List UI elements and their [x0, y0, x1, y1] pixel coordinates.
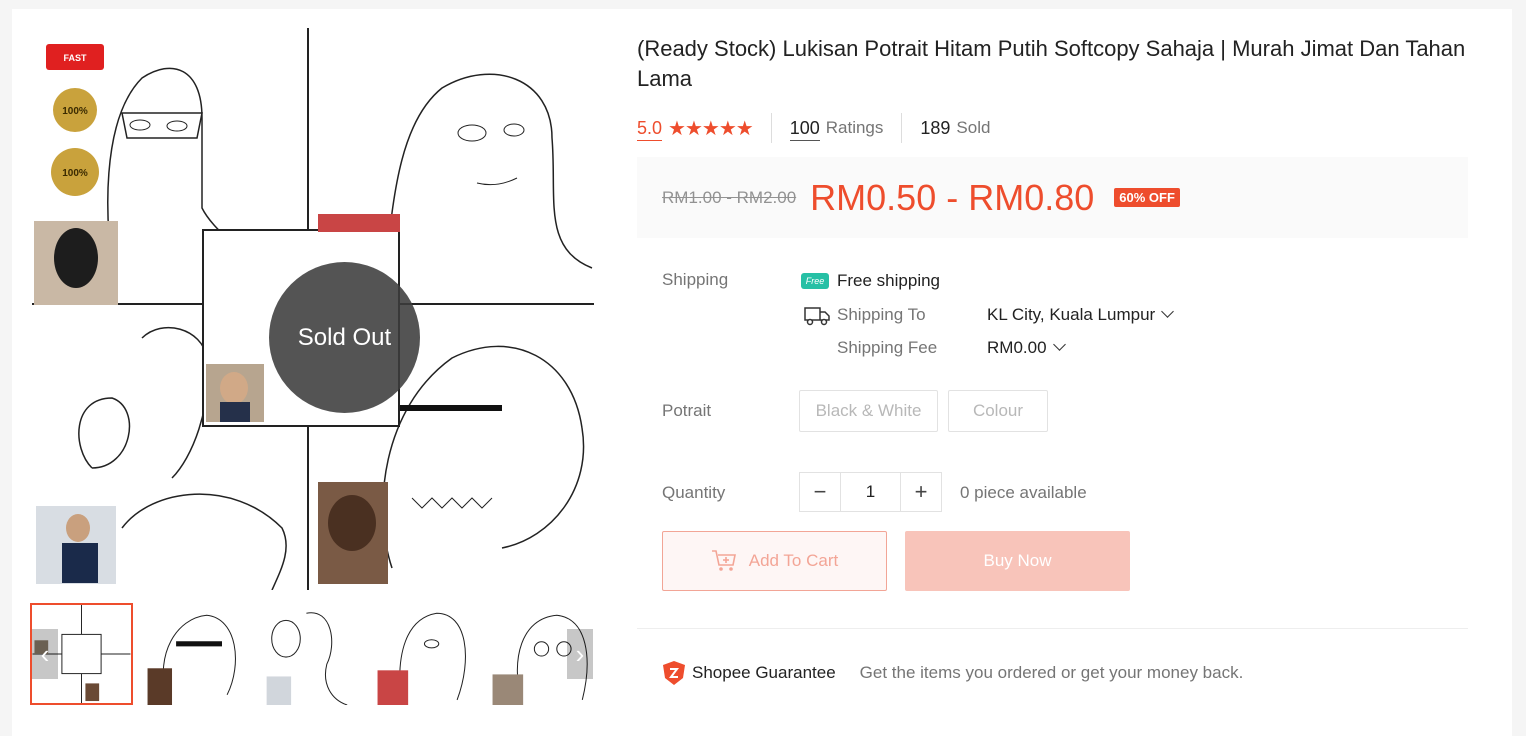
- price-box: RM1.00 - RM2.00 RM0.50 - RM0.80 60% OFF: [637, 157, 1468, 238]
- guarantee-title: Shopee Guarantee: [692, 663, 836, 682]
- quantity-input[interactable]: 1: [840, 473, 901, 511]
- shipping-fee-dropdown[interactable]: RM0.00: [987, 338, 1066, 358]
- shipping-to-value: KL City, Kuala Lumpur: [987, 305, 1156, 324]
- shipping-fee-value: RM0.00: [987, 338, 1047, 357]
- increase-quantity-button[interactable]: +: [901, 473, 941, 511]
- add-to-cart-button[interactable]: Add To Cart: [662, 531, 887, 591]
- divider: [901, 113, 903, 143]
- shipping-fee-label: Shipping Fee: [837, 338, 938, 357]
- thumbnail-2[interactable]: [145, 603, 248, 705]
- quantity-label: Quantity: [662, 483, 726, 502]
- chevron-left-icon[interactable]: ‹: [32, 629, 58, 679]
- stock-available-text: 0 piece available: [960, 483, 1087, 502]
- fast-delivery-badge: FAST: [46, 44, 104, 70]
- variation-label: Potrait: [662, 401, 712, 420]
- shopee-guarantee[interactable]: Shopee Guarantee Get the items you order…: [662, 660, 1243, 686]
- decrease-quantity-button[interactable]: −: [800, 473, 840, 511]
- free-shipping-text: Free shipping: [837, 271, 941, 290]
- add-to-cart-label: Add To Cart: [748, 551, 839, 570]
- buy-now-button[interactable]: Buy Now: [905, 531, 1130, 591]
- svg-text:100%: 100%: [62, 168, 88, 179]
- thumbnail-4[interactable]: [375, 603, 478, 705]
- sold-label: Sold: [956, 118, 991, 137]
- shipping-to-dropdown[interactable]: KL City, Kuala Lumpur: [987, 305, 1175, 325]
- main-product-image[interactable]: FAST 100% 100% Sold Out: [32, 28, 594, 590]
- current-price: RM0.50 - RM0.80: [810, 176, 1095, 218]
- rating-score[interactable]: 5.0: [637, 116, 663, 141]
- shipping-label: Shipping: [662, 270, 729, 289]
- guarantee-text: Get the items you ordered or get your mo…: [859, 663, 1244, 682]
- divider: [770, 113, 772, 143]
- variant-colour-button[interactable]: Colour: [948, 390, 1048, 432]
- chevron-right-icon[interactable]: ›: [567, 629, 593, 679]
- shield-icon: [663, 661, 685, 685]
- sold-out-overlay: Sold Out: [269, 262, 420, 413]
- ratings-label: Ratings: [825, 118, 884, 137]
- chevron-down-icon: [1052, 338, 1066, 351]
- truck-icon: [804, 307, 830, 326]
- thumbnail-3[interactable]: [260, 603, 363, 705]
- shipping-to-label: Shipping To: [837, 305, 926, 324]
- sold-count: 189: [920, 117, 951, 138]
- star-icon: ★★★★★: [668, 117, 754, 140]
- discount-badge: 60% OFF: [1114, 188, 1180, 207]
- cart-plus-icon: [711, 550, 736, 571]
- rating-row: 5.0 ★★★★★ 100 Ratings 189 Sold: [637, 113, 991, 143]
- free-shipping-icon: Free: [801, 273, 829, 289]
- ratings-count[interactable]: 100: [789, 116, 820, 141]
- thumbnail-strip: [30, 603, 593, 705]
- divider: [637, 628, 1468, 629]
- variant-black-white-button[interactable]: Black & White: [799, 390, 938, 432]
- original-price: RM1.00 - RM2.00: [662, 187, 797, 207]
- svg-text:FAST: FAST: [63, 53, 87, 63]
- quantity-stepper: − 1 +: [799, 472, 942, 512]
- svg-text:100%: 100%: [62, 106, 88, 117]
- product-title: (Ready Stock) Lukisan Potrait Hitam Puti…: [637, 36, 1466, 91]
- chevron-down-icon: [1161, 305, 1175, 318]
